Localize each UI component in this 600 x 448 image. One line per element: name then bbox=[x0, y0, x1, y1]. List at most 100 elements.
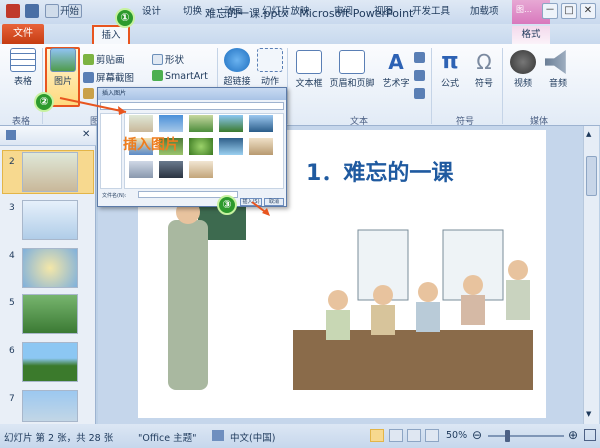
separator bbox=[42, 48, 43, 124]
header-footer-button[interactable]: 页眉和页脚 bbox=[326, 50, 378, 89]
slide-info: 幻灯片 第 2 张，共 28 张 bbox=[4, 433, 114, 444]
tab-design[interactable]: 设计 bbox=[142, 3, 161, 17]
context-group-label: 图… bbox=[516, 5, 532, 14]
tab-insert[interactable]: 插入 bbox=[92, 25, 130, 45]
header-footer-label: 页眉和页脚 bbox=[329, 79, 375, 89]
image-file-thumb[interactable] bbox=[129, 161, 153, 178]
zoom-level[interactable]: 50% bbox=[446, 430, 467, 441]
wordart-icon: A bbox=[388, 50, 404, 74]
wordart-button[interactable]: A 艺术字 bbox=[380, 50, 412, 89]
slide-thumbnail[interactable] bbox=[22, 248, 78, 288]
hyperlink-label: 超链接 bbox=[223, 77, 251, 87]
close-button[interactable]: ✕ bbox=[580, 3, 596, 19]
normal-view-icon[interactable] bbox=[370, 429, 384, 442]
zoom-in-icon[interactable]: ⊕ bbox=[568, 428, 578, 442]
filename-label: 文件名(N): bbox=[102, 193, 127, 199]
slideshow-icon[interactable] bbox=[425, 429, 439, 442]
minimize-button[interactable]: － bbox=[542, 3, 558, 19]
tab-animations[interactable]: 动画 bbox=[224, 3, 243, 17]
image-file-thumb[interactable] bbox=[249, 138, 273, 155]
separator bbox=[287, 48, 288, 124]
fit-to-window-icon[interactable] bbox=[584, 429, 596, 441]
teacher-figure bbox=[168, 220, 208, 390]
tab-developer[interactable]: 开发工具 bbox=[412, 3, 450, 17]
undo-icon[interactable] bbox=[45, 4, 59, 18]
image-file-thumb[interactable] bbox=[159, 161, 183, 178]
theme-name: "Office 主题" bbox=[138, 433, 197, 444]
zoom-slider-thumb[interactable] bbox=[505, 430, 510, 442]
symbol-button[interactable]: Ω 符号 bbox=[468, 50, 500, 89]
textbox-icon bbox=[296, 50, 322, 74]
film-reel-icon bbox=[510, 50, 536, 74]
image-file-thumb[interactable] bbox=[189, 115, 213, 132]
tab-transitions[interactable]: 切换 bbox=[183, 3, 202, 17]
slide-thumbnail[interactable] bbox=[22, 390, 78, 422]
tab-slideshow[interactable]: 幻灯片放映 bbox=[262, 3, 310, 17]
video-button[interactable]: 视频 bbox=[506, 50, 540, 89]
screenshot-button[interactable]: 屏幕截图 bbox=[83, 70, 134, 84]
image-file-thumb[interactable] bbox=[219, 115, 243, 132]
language[interactable]: 中文(中国) bbox=[230, 430, 275, 444]
picture-button[interactable]: 图片 bbox=[47, 48, 79, 87]
slides-tab-icon[interactable] bbox=[6, 130, 16, 140]
tab-home[interactable]: 开始 bbox=[60, 3, 79, 17]
vertical-scrollbar[interactable]: ▲ ▼ bbox=[583, 126, 599, 424]
image-file-thumb[interactable] bbox=[219, 138, 243, 155]
spellcheck-icon[interactable] bbox=[212, 430, 224, 441]
slide-thumbnail[interactable] bbox=[22, 342, 78, 382]
shapes-button[interactable]: 形状 bbox=[152, 52, 184, 66]
screenshot-icon bbox=[83, 72, 94, 83]
action-button[interactable]: 动作 bbox=[256, 48, 284, 87]
slide-number: 2 bbox=[9, 157, 15, 167]
slide-thumbnail[interactable] bbox=[22, 200, 78, 240]
table-button[interactable]: 表格 bbox=[7, 48, 39, 87]
slide-title-text: 难忘的一课 bbox=[343, 161, 454, 186]
zoom-slider[interactable] bbox=[488, 430, 564, 442]
date-time-button[interactable] bbox=[414, 52, 427, 64]
slide-sorter-icon[interactable] bbox=[389, 429, 403, 442]
tab-file[interactable]: 文件 bbox=[2, 24, 44, 44]
scroll-up-icon[interactable]: ▲ bbox=[586, 130, 591, 138]
textbox-button[interactable]: 文本框 bbox=[292, 50, 326, 89]
equation-button[interactable]: π 公式 bbox=[434, 50, 466, 90]
date-icon bbox=[414, 52, 425, 63]
scroll-down-icon[interactable]: ▼ bbox=[586, 410, 591, 418]
image-file-thumb[interactable] bbox=[159, 115, 183, 132]
action-icon bbox=[257, 48, 283, 72]
save-icon[interactable] bbox=[25, 4, 39, 18]
ribbon-tabs bbox=[0, 24, 600, 44]
slide-number: 3 bbox=[9, 203, 15, 213]
slide-thumbnail[interactable] bbox=[22, 152, 78, 192]
tab-format[interactable]: 格式 bbox=[512, 26, 550, 44]
smartart-button[interactable]: SmartArt bbox=[152, 70, 208, 82]
image-file-thumb[interactable] bbox=[189, 138, 213, 155]
image-file-thumb[interactable] bbox=[249, 115, 273, 132]
tab-addins[interactable]: 加载项 bbox=[470, 3, 499, 17]
object-button[interactable] bbox=[414, 88, 427, 100]
speaker-icon bbox=[545, 50, 566, 74]
hyperlink-button[interactable]: 超链接 bbox=[220, 48, 254, 87]
slides-panel-tabs: ✕ bbox=[0, 126, 96, 146]
zoom-out-icon[interactable]: ⊖ bbox=[472, 428, 482, 442]
dialog-nav-pane[interactable] bbox=[100, 113, 122, 189]
object-icon bbox=[414, 88, 425, 99]
image-file-thumb[interactable] bbox=[189, 161, 213, 178]
maximize-button[interactable]: □ bbox=[561, 3, 577, 19]
powerpoint-logo-icon[interactable] bbox=[6, 4, 20, 18]
tab-view[interactable]: 视图 bbox=[374, 3, 393, 17]
tab-review[interactable]: 审阅 bbox=[334, 3, 353, 17]
clipart-label: 剪贴画 bbox=[96, 55, 125, 66]
close-panel-icon[interactable]: ✕ bbox=[82, 129, 90, 140]
screenshot-label: 屏幕截图 bbox=[96, 73, 135, 84]
reading-view-icon[interactable] bbox=[407, 429, 421, 442]
slide-title: 1．难忘的一课 bbox=[306, 155, 453, 187]
slide-number-button[interactable] bbox=[414, 70, 427, 82]
omega-icon: Ω bbox=[476, 50, 492, 74]
clipart-icon bbox=[83, 54, 94, 65]
slide-number: 4 bbox=[9, 251, 15, 261]
clipart-button[interactable]: 剪贴画 bbox=[83, 52, 125, 66]
audio-button[interactable]: 音频 bbox=[542, 50, 574, 89]
smartart-icon bbox=[152, 70, 163, 81]
slide-thumbnail[interactable] bbox=[22, 294, 78, 334]
scroll-thumb[interactable] bbox=[586, 156, 597, 196]
